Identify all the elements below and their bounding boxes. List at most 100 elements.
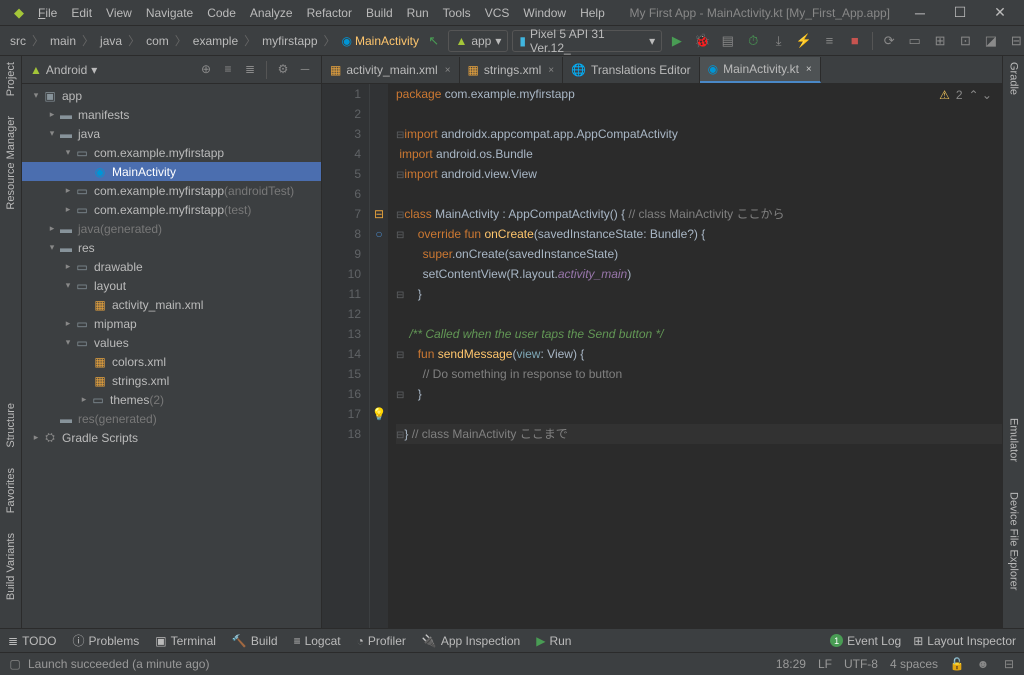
- tree-java-generated[interactable]: ▸▬java (generated): [22, 219, 321, 238]
- tree-manifests[interactable]: ▸▬manifests: [22, 105, 321, 124]
- code-editor[interactable]: 123456789101112131415161718 ⊟ ○ 💡 ⚠ 2 ⌃ …: [322, 84, 1002, 628]
- minimize-button[interactable]: ─: [904, 3, 936, 23]
- class-gutter-icon[interactable]: ⊟: [370, 204, 388, 224]
- intention-bulb-icon[interactable]: 💡: [370, 404, 388, 424]
- menu-edit[interactable]: Edit: [65, 4, 98, 22]
- tab-activity-main[interactable]: ▦activity_main.xml×: [322, 57, 460, 83]
- menu-build[interactable]: Build: [360, 4, 399, 22]
- menu-tools[interactable]: Tools: [437, 4, 477, 22]
- sync-button[interactable]: ⟳: [879, 30, 900, 52]
- settings-icon[interactable]: ⚙: [275, 61, 291, 77]
- hide-icon[interactable]: ─: [297, 61, 313, 77]
- profile-button[interactable]: ⏱: [742, 30, 763, 52]
- breadcrumb-src[interactable]: src: [6, 32, 30, 50]
- tree-activity-main-xml[interactable]: ▦activity_main.xml: [22, 295, 321, 314]
- close-button[interactable]: ✕: [984, 3, 1016, 23]
- debug-button[interactable]: 🐞: [692, 30, 713, 52]
- tree-values[interactable]: ▾▭values: [22, 333, 321, 352]
- tree-res-generated[interactable]: ▬res (generated): [22, 409, 321, 428]
- tree-strings-xml[interactable]: ▦strings.xml: [22, 371, 321, 390]
- tool-build-variants[interactable]: Build Variants: [5, 533, 17, 600]
- inspection-widget[interactable]: ⚠ 2 ⌃ ⌄: [939, 88, 992, 102]
- project-view-selector[interactable]: ▲ Android ▾: [30, 63, 97, 77]
- tree-main-activity[interactable]: ◉MainActivity: [22, 162, 321, 181]
- tool-project[interactable]: Project: [5, 62, 17, 96]
- breadcrumb-java[interactable]: java: [96, 32, 126, 50]
- tool-favorites[interactable]: Favorites: [5, 468, 17, 513]
- tree-colors-xml[interactable]: ▦colors.xml: [22, 352, 321, 371]
- tool-problems[interactable]: ⓘProblems: [73, 632, 140, 649]
- unknown-tool-button[interactable]: ⊡: [955, 30, 976, 52]
- chevron-icons[interactable]: ⌃ ⌄: [969, 88, 992, 102]
- tool-resource-manager[interactable]: Resource Manager: [5, 116, 17, 210]
- readonly-icon[interactable]: 🔓: [950, 657, 964, 671]
- tree-app[interactable]: ▾▣app: [22, 86, 321, 105]
- tool-gradle[interactable]: Gradle: [1008, 62, 1020, 95]
- expand-icon[interactable]: ≡: [220, 61, 236, 77]
- structure-button[interactable]: ⊟: [1006, 30, 1024, 52]
- tool-app-inspection[interactable]: 🔌App Inspection: [422, 634, 520, 648]
- close-icon[interactable]: ×: [445, 65, 451, 76]
- close-icon[interactable]: ×: [548, 65, 554, 76]
- menu-vcs[interactable]: VCS: [479, 4, 516, 22]
- menu-window[interactable]: Window: [517, 4, 572, 22]
- tree-java[interactable]: ▾▬java: [22, 124, 321, 143]
- file-encoding[interactable]: UTF-8: [844, 657, 878, 671]
- tab-translations[interactable]: 🌐Translations Editor: [563, 57, 700, 83]
- cursor-position[interactable]: 18:29: [776, 657, 806, 671]
- tool-logcat[interactable]: ≡Logcat: [294, 634, 341, 648]
- menu-help[interactable]: Help: [574, 4, 611, 22]
- project-tree[interactable]: ▾▣app ▸▬manifests ▾▬java ▾▭com.example.m…: [22, 84, 321, 628]
- tree-package-androidtest[interactable]: ▸▭com.example.myfirstapp (androidTest): [22, 181, 321, 200]
- avd-manager-button[interactable]: ▭: [904, 30, 925, 52]
- apply-changes-button[interactable]: ⚡: [793, 30, 814, 52]
- coverage-button[interactable]: ▤: [717, 30, 738, 52]
- breadcrumb-main[interactable]: main: [46, 32, 80, 50]
- attach-debugger-button[interactable]: ⤓: [768, 30, 789, 52]
- tool-profiler[interactable]: ◔Profiler: [357, 634, 406, 648]
- tree-gradle-scripts[interactable]: ▸⛭Gradle Scripts: [22, 428, 321, 447]
- tool-terminal[interactable]: ▣Terminal: [155, 634, 216, 648]
- menu-refactor[interactable]: Refactor: [301, 4, 358, 22]
- code-content[interactable]: ⚠ 2 ⌃ ⌄ package com.example.myfirstapp ⊟…: [388, 84, 1002, 628]
- memory-icon[interactable]: ☻: [976, 657, 990, 671]
- tree-package-test[interactable]: ▸▭com.example.myfirstapp (test): [22, 200, 321, 219]
- event-log[interactable]: 1Event Log: [830, 634, 901, 648]
- collapse-icon[interactable]: ≣: [242, 61, 258, 77]
- tool-emulator[interactable]: Emulator: [1008, 418, 1020, 462]
- tree-drawable[interactable]: ▸▭drawable: [22, 257, 321, 276]
- breadcrumb-com[interactable]: com: [142, 32, 173, 50]
- sdk-manager-button[interactable]: ⊞: [929, 30, 950, 52]
- tool-device-file-explorer[interactable]: Device File Explorer: [1008, 492, 1020, 590]
- menu-code[interactable]: Code: [201, 4, 242, 22]
- layout-inspector[interactable]: ⊞Layout Inspector: [913, 634, 1016, 648]
- tray-icon[interactable]: ▢: [8, 657, 22, 671]
- tool-build[interactable]: 🔨Build: [232, 634, 278, 648]
- breadcrumb-current[interactable]: ◉MainActivity: [338, 32, 424, 50]
- tab-strings-xml[interactable]: ▦strings.xml×: [460, 57, 564, 83]
- back-icon[interactable]: ↖: [423, 30, 444, 52]
- tree-layout[interactable]: ▾▭layout: [22, 276, 321, 295]
- menu-file[interactable]: FFileile: [32, 4, 63, 22]
- line-separator[interactable]: LF: [818, 657, 832, 671]
- maximize-button[interactable]: ☐: [944, 3, 976, 23]
- menu-view[interactable]: View: [100, 4, 138, 22]
- process-icon[interactable]: ⊟: [1002, 657, 1016, 671]
- tree-themes[interactable]: ▸▭themes (2): [22, 390, 321, 409]
- tree-res[interactable]: ▾▬res: [22, 238, 321, 257]
- apply-code-button[interactable]: ≡: [819, 30, 840, 52]
- indent-config[interactable]: 4 spaces: [890, 657, 938, 671]
- tree-package[interactable]: ▾▭com.example.myfirstapp: [22, 143, 321, 162]
- resource-button[interactable]: ◪: [980, 30, 1001, 52]
- close-icon[interactable]: ×: [806, 64, 812, 75]
- tree-mipmap[interactable]: ▸▭mipmap: [22, 314, 321, 333]
- breadcrumb-example[interactable]: example: [189, 32, 242, 50]
- breadcrumb-myfirstapp[interactable]: myfirstapp: [258, 32, 321, 50]
- run-configuration-selector[interactable]: ▲ app ▾: [448, 30, 508, 52]
- locate-icon[interactable]: ⊕: [198, 61, 214, 77]
- menu-run[interactable]: Run: [401, 4, 435, 22]
- tab-main-activity[interactable]: ◉MainActivity.kt×: [700, 57, 821, 83]
- menu-analyze[interactable]: Analyze: [244, 4, 299, 22]
- tool-todo[interactable]: ≣TODO: [8, 634, 57, 648]
- run-button[interactable]: ▶: [666, 30, 687, 52]
